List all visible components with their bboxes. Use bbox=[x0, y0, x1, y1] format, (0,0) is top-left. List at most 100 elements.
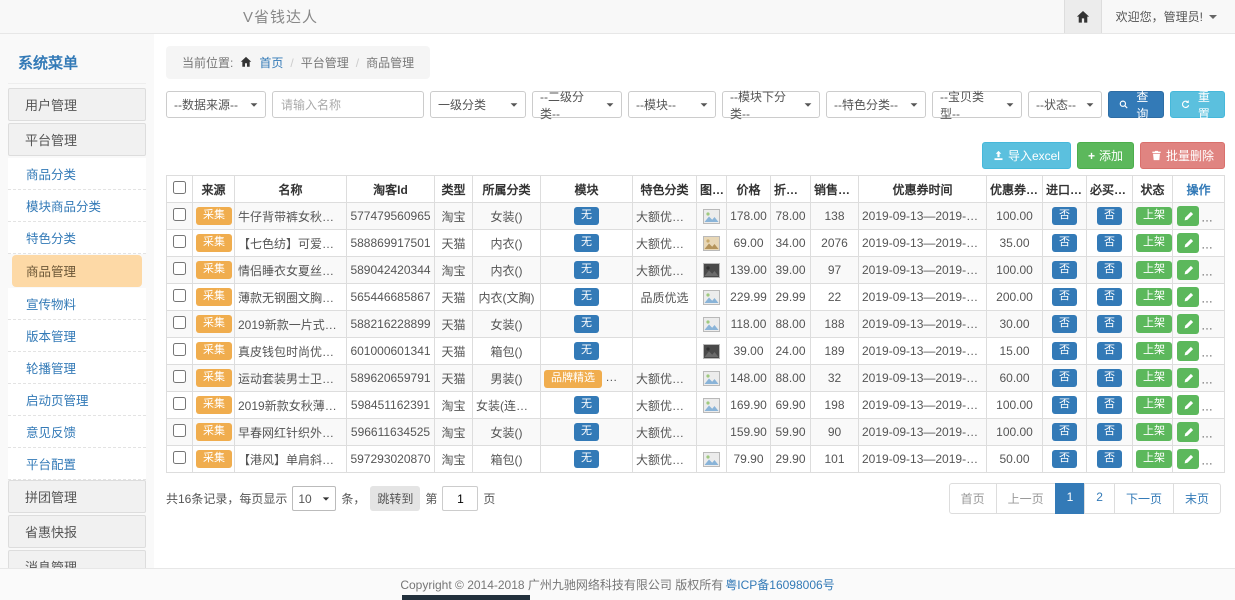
status-badge[interactable]: 上架 bbox=[1136, 423, 1172, 441]
edit-button[interactable] bbox=[1177, 341, 1199, 361]
import-toggle-badge[interactable]: 否 bbox=[1052, 342, 1077, 360]
sidebar-item-意见反馈[interactable]: 意见反馈 bbox=[8, 416, 146, 448]
import-toggle-badge[interactable]: 否 bbox=[1052, 234, 1077, 252]
sidebar-item-启动页管理[interactable]: 启动页管理 bbox=[8, 384, 146, 416]
import-toggle-badge[interactable]: 否 bbox=[1052, 315, 1077, 333]
import-toggle-badge[interactable]: 否 bbox=[1052, 207, 1077, 225]
filter-select-模块下分类[interactable]: --模块下分类-- bbox=[722, 91, 820, 118]
sidebar-item-用户管理[interactable]: 用户管理 bbox=[8, 88, 146, 121]
row-checkbox[interactable] bbox=[173, 451, 186, 464]
select-all-checkbox[interactable] bbox=[173, 181, 186, 194]
page-button-上一页[interactable]: 上一页 bbox=[996, 483, 1056, 514]
edit-button[interactable] bbox=[1177, 395, 1199, 415]
page-button-1[interactable]: 1 bbox=[1055, 483, 1086, 514]
import-toggle-badge[interactable]: 否 bbox=[1052, 450, 1077, 468]
row-checkbox[interactable] bbox=[173, 208, 186, 221]
import-toggle-badge[interactable]: 否 bbox=[1052, 396, 1077, 414]
page-number-input[interactable] bbox=[442, 486, 478, 511]
row-checkbox[interactable] bbox=[173, 316, 186, 329]
status-badge[interactable]: 上架 bbox=[1136, 369, 1172, 387]
must-buy-toggle-badge[interactable]: 否 bbox=[1097, 396, 1122, 414]
status-badge[interactable]: 上架 bbox=[1136, 234, 1172, 252]
must-buy-toggle-badge[interactable]: 否 bbox=[1097, 423, 1122, 441]
name-search-input[interactable] bbox=[272, 91, 424, 118]
edit-button[interactable] bbox=[1177, 422, 1199, 442]
jump-button[interactable]: 跳转到 bbox=[370, 486, 420, 511]
per-page-select[interactable]: 10 bbox=[292, 486, 336, 511]
import-toggle-badge[interactable]: 否 bbox=[1052, 369, 1077, 387]
must-buy-toggle-badge[interactable]: 否 bbox=[1097, 369, 1122, 387]
module-none-badge[interactable]: 无 bbox=[574, 450, 599, 468]
user-menu[interactable]: 欢迎您，管理员! bbox=[1102, 0, 1235, 33]
status-badge[interactable]: 上架 bbox=[1136, 207, 1172, 225]
module-none-badge[interactable]: 无 bbox=[574, 261, 599, 279]
sidebar-item-消息管理[interactable]: 消息管理 bbox=[8, 550, 146, 568]
module-none-badge[interactable]: 无 bbox=[574, 234, 599, 252]
sidebar-item-版本管理[interactable]: 版本管理 bbox=[8, 320, 146, 352]
row-checkbox[interactable] bbox=[173, 235, 186, 248]
must-buy-toggle-badge[interactable]: 否 bbox=[1097, 261, 1122, 279]
reset-button[interactable]: 重置 bbox=[1170, 91, 1226, 118]
module-none-badge[interactable]: 无 bbox=[574, 315, 599, 333]
sidebar-item-平台管理[interactable]: 平台管理 bbox=[8, 123, 146, 156]
edit-button[interactable] bbox=[1177, 314, 1199, 334]
edit-button[interactable] bbox=[1177, 206, 1199, 226]
row-checkbox[interactable] bbox=[173, 370, 186, 383]
status-badge[interactable]: 上架 bbox=[1136, 396, 1172, 414]
sidebar-item-轮播管理[interactable]: 轮播管理 bbox=[8, 352, 146, 384]
filter-select-特色分类[interactable]: --特色分类-- bbox=[826, 91, 926, 118]
batch-delete-button[interactable]: 批量删除 bbox=[1140, 142, 1225, 169]
edit-button[interactable] bbox=[1177, 287, 1199, 307]
page-button-2[interactable]: 2 bbox=[1084, 483, 1115, 514]
sidebar-item-商品分类[interactable]: 商品分类 bbox=[8, 158, 146, 190]
status-badge[interactable]: 上架 bbox=[1136, 450, 1172, 468]
add-button[interactable]: + 添加 bbox=[1077, 142, 1134, 169]
must-buy-toggle-badge[interactable]: 否 bbox=[1097, 315, 1122, 333]
page-button-下一页[interactable]: 下一页 bbox=[1114, 483, 1174, 514]
status-badge[interactable]: 上架 bbox=[1136, 261, 1172, 279]
must-buy-toggle-badge[interactable]: 否 bbox=[1097, 342, 1122, 360]
filter-select-数据来源[interactable]: --数据来源-- bbox=[166, 91, 266, 118]
edit-button[interactable] bbox=[1177, 233, 1199, 253]
filter-select-状态[interactable]: --状态-- bbox=[1028, 91, 1102, 118]
sidebar-item-模块商品分类[interactable]: 模块商品分类 bbox=[8, 190, 146, 222]
home-button[interactable] bbox=[1064, 0, 1102, 33]
must-buy-toggle-badge[interactable]: 否 bbox=[1097, 234, 1122, 252]
must-buy-toggle-badge[interactable]: 否 bbox=[1097, 288, 1122, 306]
status-badge[interactable]: 上架 bbox=[1136, 315, 1172, 333]
module-none-badge[interactable]: 无 bbox=[574, 396, 599, 414]
sidebar-item-省惠快报[interactable]: 省惠快报 bbox=[8, 515, 146, 548]
filter-select-宝贝类型[interactable]: --宝贝类型-- bbox=[932, 91, 1022, 118]
row-checkbox[interactable] bbox=[173, 289, 186, 302]
scrollbar-thumb[interactable] bbox=[402, 595, 530, 600]
filter-select-二级分类[interactable]: --二级分类-- bbox=[532, 91, 622, 118]
module-none-badge[interactable]: 无 bbox=[574, 423, 599, 441]
sidebar-item-特色分类[interactable]: 特色分类 bbox=[8, 222, 146, 254]
search-button[interactable]: 查询 bbox=[1108, 91, 1164, 118]
edit-button[interactable] bbox=[1177, 260, 1199, 280]
edit-button[interactable] bbox=[1177, 449, 1199, 469]
must-buy-toggle-badge[interactable]: 否 bbox=[1097, 207, 1122, 225]
module-none-badge[interactable]: 无 bbox=[574, 342, 599, 360]
filter-select-一级分类[interactable]: 一级分类 bbox=[430, 91, 526, 118]
import-toggle-badge[interactable]: 否 bbox=[1052, 261, 1077, 279]
row-checkbox[interactable] bbox=[173, 262, 186, 275]
sidebar-item-拼团管理[interactable]: 拼团管理 bbox=[8, 480, 146, 513]
row-checkbox[interactable] bbox=[173, 343, 186, 356]
status-badge[interactable]: 上架 bbox=[1136, 288, 1172, 306]
import-toggle-badge[interactable]: 否 bbox=[1052, 423, 1077, 441]
icp-link[interactable]: 粤ICP备16098006号 bbox=[725, 576, 834, 593]
row-checkbox[interactable] bbox=[173, 424, 186, 437]
page-button-首页[interactable]: 首页 bbox=[949, 483, 997, 514]
status-badge[interactable]: 上架 bbox=[1136, 342, 1172, 360]
module-none-badge[interactable]: 无 bbox=[574, 207, 599, 225]
page-button-末页[interactable]: 末页 bbox=[1173, 483, 1221, 514]
sidebar-item-宣传物料[interactable]: 宣传物料 bbox=[8, 288, 146, 320]
filter-select-模块[interactable]: --模块-- bbox=[628, 91, 716, 118]
sidebar-item-平台配置[interactable]: 平台配置 bbox=[8, 448, 146, 480]
module-badge[interactable]: 品牌精选 bbox=[544, 370, 602, 388]
sidebar-item-商品管理[interactable]: 商品管理 bbox=[12, 255, 142, 287]
import-toggle-badge[interactable]: 否 bbox=[1052, 288, 1077, 306]
breadcrumb-home-link[interactable]: 首页 bbox=[259, 54, 283, 71]
must-buy-toggle-badge[interactable]: 否 bbox=[1097, 450, 1122, 468]
